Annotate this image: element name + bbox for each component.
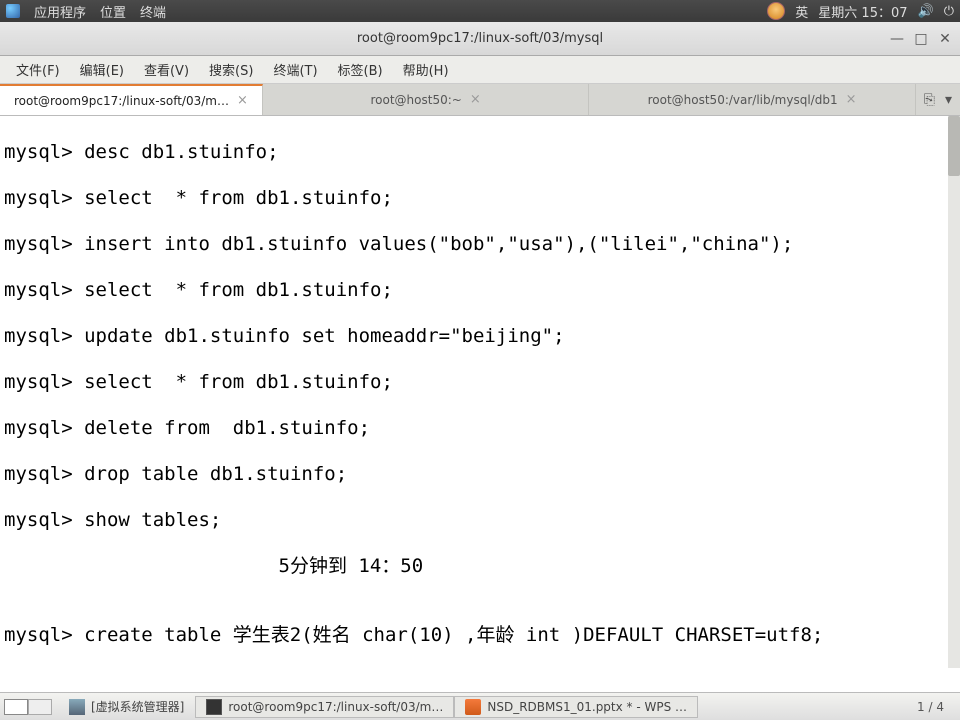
- terminal-line: mysql> show tables;: [4, 509, 960, 532]
- task-label: [虚拟系统管理器]: [91, 698, 184, 715]
- task-wps[interactable]: NSD_RDBMS1_01.pptx * - WPS …: [454, 696, 698, 718]
- task-label: root@room9pc17:/linux-soft/03/m…: [228, 700, 443, 714]
- bottom-taskbar: [虚拟系统管理器] root@room9pc17:/linux-soft/03/…: [0, 692, 960, 720]
- scrollbar-thumb[interactable]: [948, 116, 960, 176]
- menu-file[interactable]: 文件(F): [6, 56, 70, 83]
- minimize-button[interactable]: —: [890, 32, 904, 46]
- ime-lang[interactable]: 英: [795, 2, 808, 21]
- menu-edit[interactable]: 编辑(E): [70, 56, 134, 83]
- task-terminal[interactable]: root@room9pc17:/linux-soft/03/m…: [195, 696, 454, 718]
- window-titlebar[interactable]: root@room9pc17:/linux-soft/03/mysql — □ …: [0, 22, 960, 56]
- terminal-icon: [206, 699, 222, 715]
- task-label: NSD_RDBMS1_01.pptx * - WPS …: [487, 700, 687, 714]
- menu-help[interactable]: 帮助(H): [393, 56, 459, 83]
- tab-label: root@host50:/var/lib/mysql/db1: [648, 93, 838, 107]
- app-menubar: 文件(F) 编辑(E) 查看(V) 搜索(S) 终端(T) 标签(B) 帮助(H…: [0, 56, 960, 84]
- chevron-down-icon[interactable]: ▾: [945, 92, 952, 108]
- tab-bar: root@room9pc17:/linux-soft/03/m… × root@…: [0, 84, 960, 116]
- maximize-button[interactable]: □: [914, 32, 928, 46]
- sys-menu-places[interactable]: 位置: [100, 2, 126, 21]
- profile-icon[interactable]: ⎘: [924, 92, 935, 108]
- workspace-2[interactable]: [28, 699, 52, 715]
- workspace-switcher[interactable]: [4, 699, 52, 715]
- terminal-line: mysql> create table 学生表2(姓名 char(10) ,年龄…: [4, 624, 960, 647]
- system-menu-bar: 应用程序 位置 终端 英 星期六 15：07 🔊 ⏻: [0, 0, 960, 22]
- workspace-1[interactable]: [4, 699, 28, 715]
- menu-search[interactable]: 搜索(S): [199, 56, 263, 83]
- terminal-line: 5分钟到 14：50: [4, 555, 960, 578]
- menu-tabs[interactable]: 标签(B): [328, 56, 393, 83]
- close-icon[interactable]: ×: [846, 92, 857, 107]
- activities-icon[interactable]: [6, 4, 20, 18]
- window-title: root@room9pc17:/linux-soft/03/mysql: [357, 31, 603, 46]
- ime-icon[interactable]: [767, 2, 785, 20]
- menu-terminal[interactable]: 终端(T): [263, 56, 327, 83]
- close-button[interactable]: ✕: [938, 32, 952, 46]
- volume-icon[interactable]: 🔊: [918, 4, 934, 19]
- tab-2[interactable]: root@host50:~ ×: [263, 84, 589, 115]
- clock[interactable]: 星期六 15：07: [818, 2, 907, 21]
- sys-menu-applications[interactable]: 应用程序: [34, 2, 86, 21]
- tab-3[interactable]: root@host50:/var/lib/mysql/db1 ×: [589, 84, 915, 115]
- tab-label: root@room9pc17:/linux-soft/03/m…: [14, 94, 229, 108]
- close-icon[interactable]: ×: [470, 92, 481, 107]
- terminal-viewport[interactable]: mysql> desc db1.stuinfo; mysql> select *…: [0, 116, 960, 668]
- terminal-line: mysql> insert into db1.stuinfo values("b…: [4, 233, 960, 256]
- terminal-line: mysql> update db1.stuinfo set homeaddr="…: [4, 325, 960, 348]
- terminal-line: mysql> drop table db1.stuinfo;: [4, 463, 960, 486]
- terminal-line: mysql> desc db1.stuinfo;: [4, 141, 960, 164]
- terminal-line: mysql> select * from db1.stuinfo;: [4, 187, 960, 210]
- power-icon[interactable]: ⏻: [944, 4, 954, 19]
- terminal-line: mysql> delete from db1.stuinfo;: [4, 417, 960, 440]
- vm-icon: [69, 699, 85, 715]
- scrollbar[interactable]: [948, 116, 960, 668]
- terminal-line: mysql> select * from db1.stuinfo;: [4, 371, 960, 394]
- sys-menu-terminal[interactable]: 终端: [140, 2, 166, 21]
- menu-view[interactable]: 查看(V): [134, 56, 199, 83]
- terminal-line: mysql> select * from db1.stuinfo;: [4, 279, 960, 302]
- task-vm-manager[interactable]: [虚拟系统管理器]: [58, 695, 195, 718]
- tab-1[interactable]: root@room9pc17:/linux-soft/03/m… ×: [0, 84, 263, 115]
- tab-label: root@host50:~: [370, 93, 461, 107]
- workspace-indicator[interactable]: 1 / 4: [905, 700, 956, 714]
- close-icon[interactable]: ×: [237, 93, 248, 108]
- wps-icon: [465, 699, 481, 715]
